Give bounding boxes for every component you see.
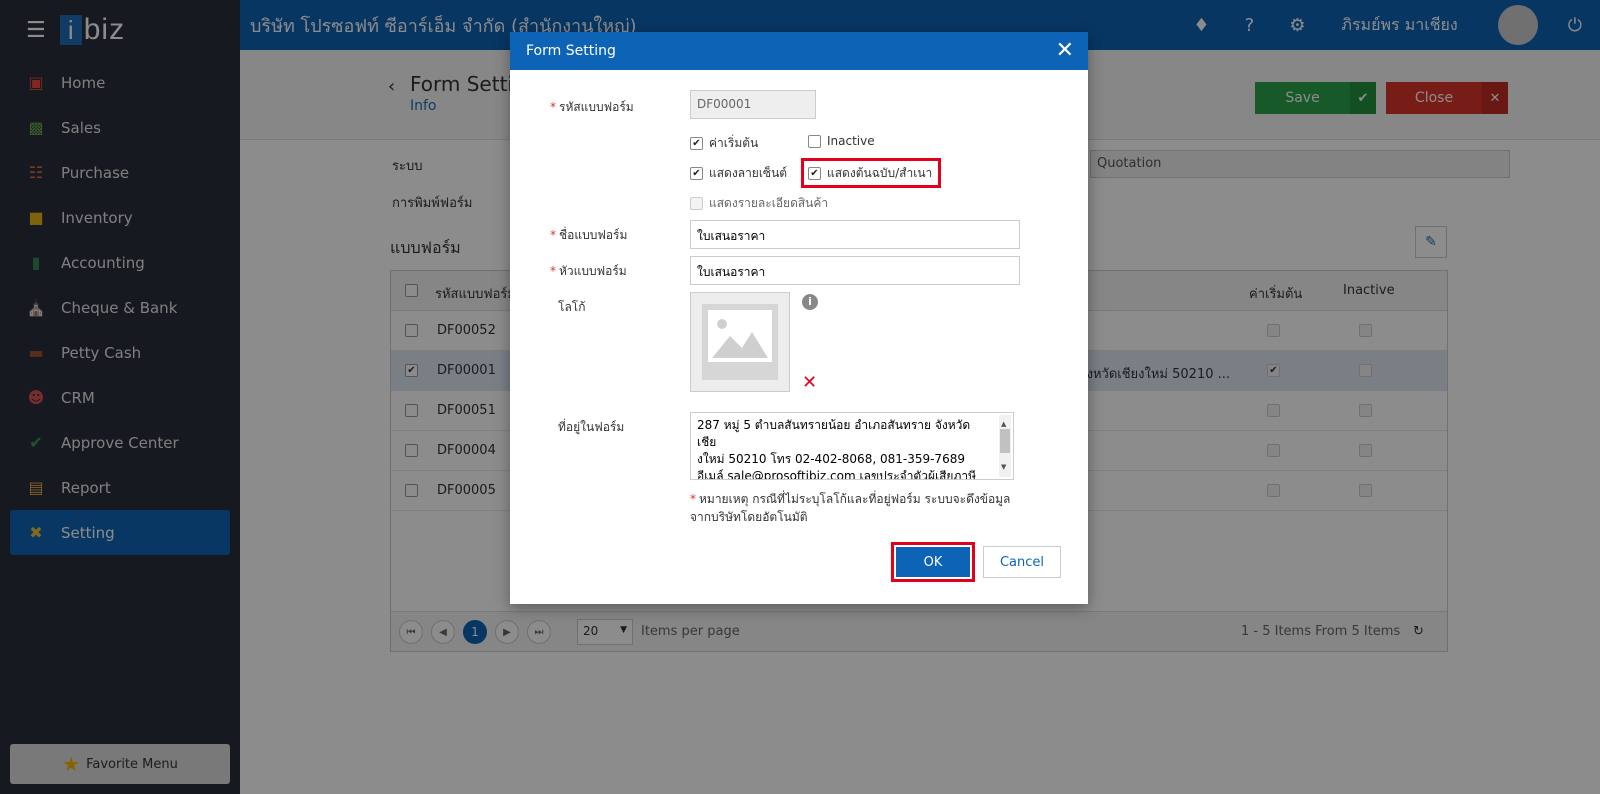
address-line: อีเมล์ sale@prosoftibiz.com เลขประจำตัวผ…: [697, 469, 977, 480]
signature-checkbox[interactable]: ✔: [690, 167, 703, 180]
note-text: * หมายเหตุ กรณีที่ไม่ระบุโลโก้และที่อยู่ฟ…: [690, 490, 1030, 526]
image-placeholder-icon: [702, 304, 778, 380]
default-checkbox[interactable]: ✔: [690, 137, 703, 150]
note-content: หมายเหตุ กรณีที่ไม่ระบุโลโก้และที่อยู่ฟอ…: [690, 492, 1011, 524]
delete-logo-icon[interactable]: ✕: [802, 372, 817, 393]
highlight-box: [801, 158, 941, 188]
address-line: 287 หมู่ 5 ตำบลสันทรายน้อย อำเภอสันทราย …: [697, 418, 971, 449]
default-label: ค่าเริ่มต้น: [709, 136, 759, 150]
form-header-label-text: หัวแบบฟอร์ม: [559, 264, 627, 278]
form-address-textarea[interactable]: 287 หมู่ 5 ตำบลสันทรายน้อย อำเภอสันทราย …: [690, 412, 1014, 480]
required-marker: *: [550, 264, 556, 278]
product-detail-checkbox-row[interactable]: แสดงรายละเอียดสินค้า: [690, 194, 828, 213]
form-code-label-text: รหัสแบบฟอร์ม: [559, 100, 634, 114]
inactive-checkbox-row[interactable]: Inactive: [808, 134, 875, 148]
logo-label: โลโก้: [558, 300, 586, 314]
required-marker: *: [550, 228, 556, 242]
dialog-title: Form Setting: [526, 43, 616, 59]
required-marker: *: [690, 492, 696, 506]
cancel-button[interactable]: Cancel: [983, 546, 1061, 578]
form-header-input[interactable]: ใบเสนอราคา: [690, 256, 1020, 285]
logo-upload-box[interactable]: [690, 292, 790, 392]
form-name-label: * ชื่อแบบฟอร์ม: [550, 226, 627, 245]
signature-label: แสดงลายเซ็นต์: [709, 166, 788, 180]
close-icon[interactable]: ✕: [1056, 38, 1074, 63]
form-header-label: * หัวแบบฟอร์ม: [550, 262, 627, 281]
product-detail-label: แสดงรายละเอียดสินค้า: [709, 196, 829, 210]
scrollbar-thumb[interactable]: [1000, 429, 1010, 453]
form-setting-dialog: Form Setting ✕ * รหัสแบบฟอร์ม DF00001 ✔ ค่…: [510, 32, 1088, 604]
dialog-header: Form Setting ✕: [510, 32, 1088, 70]
form-name-input[interactable]: ใบเสนอราคา: [690, 220, 1020, 249]
inactive-label: Inactive: [827, 134, 875, 148]
ok-button[interactable]: OK: [891, 542, 975, 582]
textarea-scrollbar[interactable]: ▲ ▼: [999, 415, 1011, 477]
scroll-down-icon[interactable]: ▼: [1001, 459, 1006, 476]
required-marker: *: [550, 100, 556, 114]
address-line: งใหม่ 50210 โทร 02-402-8068, 081-359-768…: [697, 452, 965, 466]
inactive-checkbox[interactable]: [808, 134, 821, 148]
ok-label: OK: [896, 547, 970, 577]
default-checkbox-row[interactable]: ✔ ค่าเริ่มต้น: [690, 134, 758, 153]
form-code-label: * รหัสแบบฟอร์ม: [550, 98, 634, 117]
info-icon[interactable]: i: [802, 294, 818, 310]
form-address-label: ที่อยู่ในฟอร์ม: [558, 420, 625, 434]
signature-checkbox-row[interactable]: ✔ แสดงลายเซ็นต์: [690, 164, 787, 183]
form-name-label-text: ชื่อแบบฟอร์ม: [559, 228, 628, 242]
form-code-field[interactable]: DF00001: [690, 90, 816, 119]
product-detail-checkbox[interactable]: [690, 197, 703, 210]
